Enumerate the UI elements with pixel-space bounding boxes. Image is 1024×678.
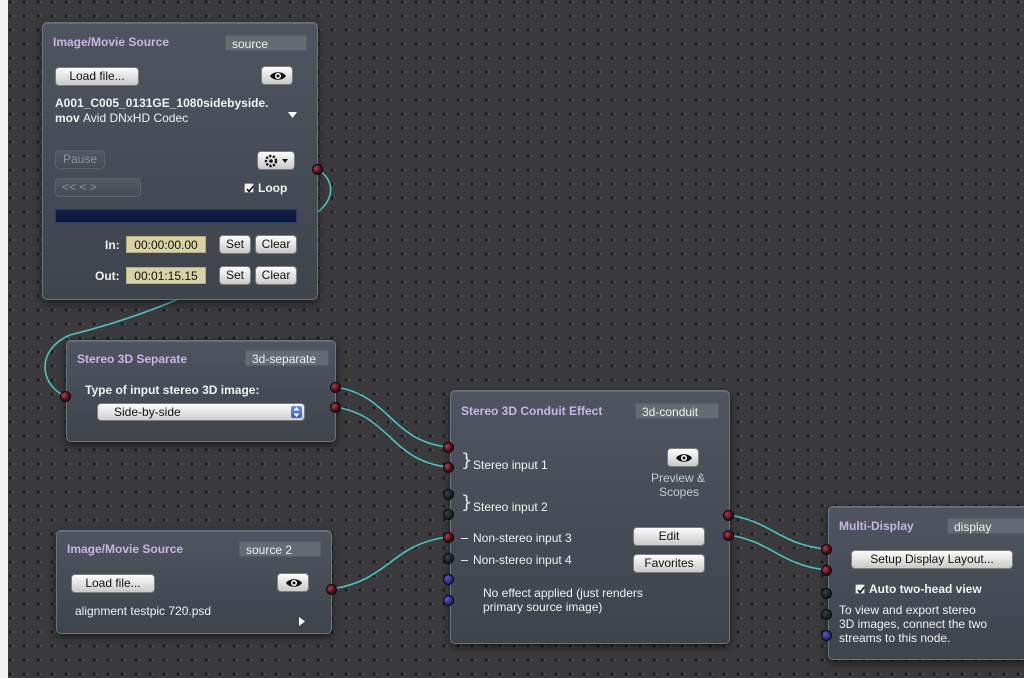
conduit-input-port-2b[interactable] [443,509,454,520]
load-file-button[interactable]: Load file... [55,67,139,86]
info-text-1: To view and export stereo [839,603,976,617]
playback-progress-bar[interactable] [55,209,297,223]
stereo-separate-node[interactable]: Stereo 3D Separate 3d-separate Type of i… [66,340,336,442]
separate-output-port-left[interactable] [330,382,341,393]
node-title: Stereo 3D Conduit Effect [461,404,603,418]
display-input-port-5[interactable] [821,630,832,641]
source2-node[interactable]: Image/Movie Source source 2 Load file...… [56,530,332,634]
conduit-output-port-2[interactable] [723,530,734,541]
info-text-2: 3D images, connect the two [839,617,988,631]
separate-output-port-right[interactable] [330,402,341,413]
out-set-button[interactable]: Set [219,266,251,285]
transport-nav-buttons[interactable]: << < > [55,178,141,197]
checkmark-icon [246,185,255,193]
edit-button[interactable]: Edit [633,527,705,546]
conduit-input-port-5[interactable] [443,574,454,585]
loop-checkbox[interactable] [244,183,255,193]
conduit-input-port-1a[interactable] [443,442,454,453]
out-clear-button[interactable]: Clear [255,266,297,285]
info-text-3: streams to this node. [839,631,951,645]
loop-label: Loop [258,181,288,195]
conduit-input-port-3[interactable] [443,532,454,543]
stepper-icon [291,406,302,418]
load-file-button[interactable]: Load file... [71,574,155,593]
brace-icon: } [461,450,473,471]
source2-output-port[interactable] [326,584,337,595]
node-title: Stereo 3D Separate [77,352,188,366]
in-set-button[interactable]: Set [219,235,251,254]
filename-ext-text: mov [55,111,80,125]
display-input-port-3[interactable] [821,588,832,599]
input-label-4: Non-stereo input 4 [473,553,572,567]
preview-button[interactable] [261,66,293,85]
eye-icon [676,454,692,462]
input-label-2: Stereo input 2 [473,500,548,514]
node-id-field[interactable]: source 2 [239,541,321,557]
node-title: Multi-Display [839,519,914,533]
node-id-field[interactable]: source [225,35,307,51]
in-label: In: [105,238,120,252]
dash-icon [461,538,468,539]
node-id-field[interactable]: 3d-separate [245,350,329,366]
in-timecode-field[interactable]: 00:00:00.00 [126,236,206,253]
preview-scopes-button[interactable] [667,448,699,467]
input-type-value: Side-by-side [114,405,181,419]
eye-icon [270,72,286,80]
setup-display-layout-button[interactable]: Setup Display Layout... [851,550,1013,569]
conduit-input-port-1b[interactable] [443,462,454,473]
node-title: Image/Movie Source [53,35,170,49]
filename-text: alignment testpic 720.psd [75,604,212,618]
node-title: Image/Movie Source [67,542,184,556]
favorites-button[interactable]: Favorites [633,554,705,573]
source-node[interactable]: Image/Movie Source source Load file... A… [42,22,318,300]
out-label: Out: [95,269,120,283]
conduit-output-port-1[interactable] [723,510,734,521]
display-input-port-2[interactable] [821,565,832,576]
preview-button[interactable] [277,573,309,592]
gear-icon [264,154,288,168]
auto-two-head-checkbox[interactable] [855,584,866,594]
multi-display-node[interactable]: Multi-Display display Setup Display Layo… [828,506,1024,660]
eye-icon [286,579,302,587]
input-type-label: Type of input stereo 3D image: [85,383,260,397]
checkmark-icon [857,586,866,594]
brace-icon: } [461,492,473,513]
chevron-down-icon[interactable] [288,112,297,118]
display-input-port-1[interactable] [821,544,832,555]
codec-text: Avid DNxHD Codec [83,111,189,125]
dash-icon [461,560,468,561]
out-timecode-field[interactable]: 00:01:15.15 [126,267,206,284]
chevron-right-icon[interactable] [299,617,305,626]
input-label-1: Stereo input 1 [473,458,548,472]
separate-input-port[interactable] [60,391,71,402]
conduit-input-port-2a[interactable] [443,489,454,500]
auto-two-head-label: Auto two-head view [869,582,982,596]
node-id-field[interactable]: display [947,518,1024,534]
pause-button[interactable]: Pause [55,150,105,169]
source-output-port[interactable] [312,164,323,175]
preview-scopes-label-2: Scopes [659,485,700,499]
preview-scopes-label-1: Preview & [651,471,706,485]
display-input-port-4[interactable] [821,609,832,620]
conduit-input-port-6[interactable] [443,595,454,606]
status-text-2: primary source image) [483,600,603,614]
stereo-conduit-node[interactable]: Stereo 3D Conduit Effect 3d-conduit } St… [450,390,730,644]
filename-text: A001_C005_0131GE_1080sidebyside. [55,96,269,110]
node-id-field[interactable]: 3d-conduit [635,403,719,419]
input-type-select[interactable]: Side-by-side [97,403,305,421]
conduit-input-port-4[interactable] [443,553,454,564]
settings-menu-button[interactable] [257,151,295,170]
status-text-1: No effect applied (just renders [483,586,643,600]
input-label-3: Non-stereo input 3 [473,531,572,545]
in-clear-button[interactable]: Clear [255,235,297,254]
